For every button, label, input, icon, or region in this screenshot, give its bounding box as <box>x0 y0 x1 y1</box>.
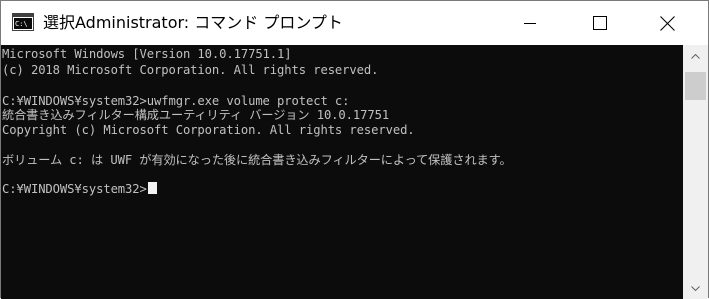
window-title: 選択Administrator: コマンド プロンプト <box>43 13 343 32</box>
console-line: 統合書き込みフィルター構成ユーティリティ バージョン 10.0.17751 <box>2 108 390 122</box>
text-cursor <box>147 182 157 194</box>
vertical-scrollbar[interactable] <box>683 45 708 299</box>
minimize-button[interactable] <box>507 1 553 45</box>
maximize-button[interactable] <box>577 1 623 45</box>
command-prompt-icon: C:\ <box>12 13 34 31</box>
scroll-down-button[interactable] <box>683 277 708 299</box>
chevron-up-icon <box>691 53 700 59</box>
close-button[interactable] <box>644 1 690 45</box>
title-bar[interactable]: C:\ 選択Administrator: コマンド プロンプト <box>1 1 708 45</box>
console-line: (c) 2018 Microsoft Corporation. All righ… <box>2 63 379 77</box>
scrollbar-thumb[interactable] <box>685 72 706 100</box>
prompt-text: C:¥WINDOWS¥system32> <box>2 182 147 196</box>
console-line: Copyright (c) Microsoft Corporation. All… <box>2 123 415 137</box>
svg-text:C:\: C:\ <box>15 20 28 28</box>
console-line: ボリューム c: は UWF が有効になった後に統合書き込みフィルターによって保… <box>2 153 512 167</box>
close-icon <box>659 15 675 31</box>
command-prompt-window: C:\ 選択Administrator: コマンド プロンプト Microsof… <box>0 0 709 299</box>
scroll-up-button[interactable] <box>683 45 708 67</box>
minimize-icon <box>524 23 536 24</box>
maximize-icon <box>593 16 607 30</box>
console-output[interactable]: Microsoft Windows [Version 10.0.17751.1]… <box>1 45 683 299</box>
prompt-line: C:¥WINDOWS¥system32> <box>2 181 157 197</box>
chevron-down-icon <box>691 285 700 291</box>
console-line: Microsoft Windows [Version 10.0.17751.1] <box>2 47 292 61</box>
